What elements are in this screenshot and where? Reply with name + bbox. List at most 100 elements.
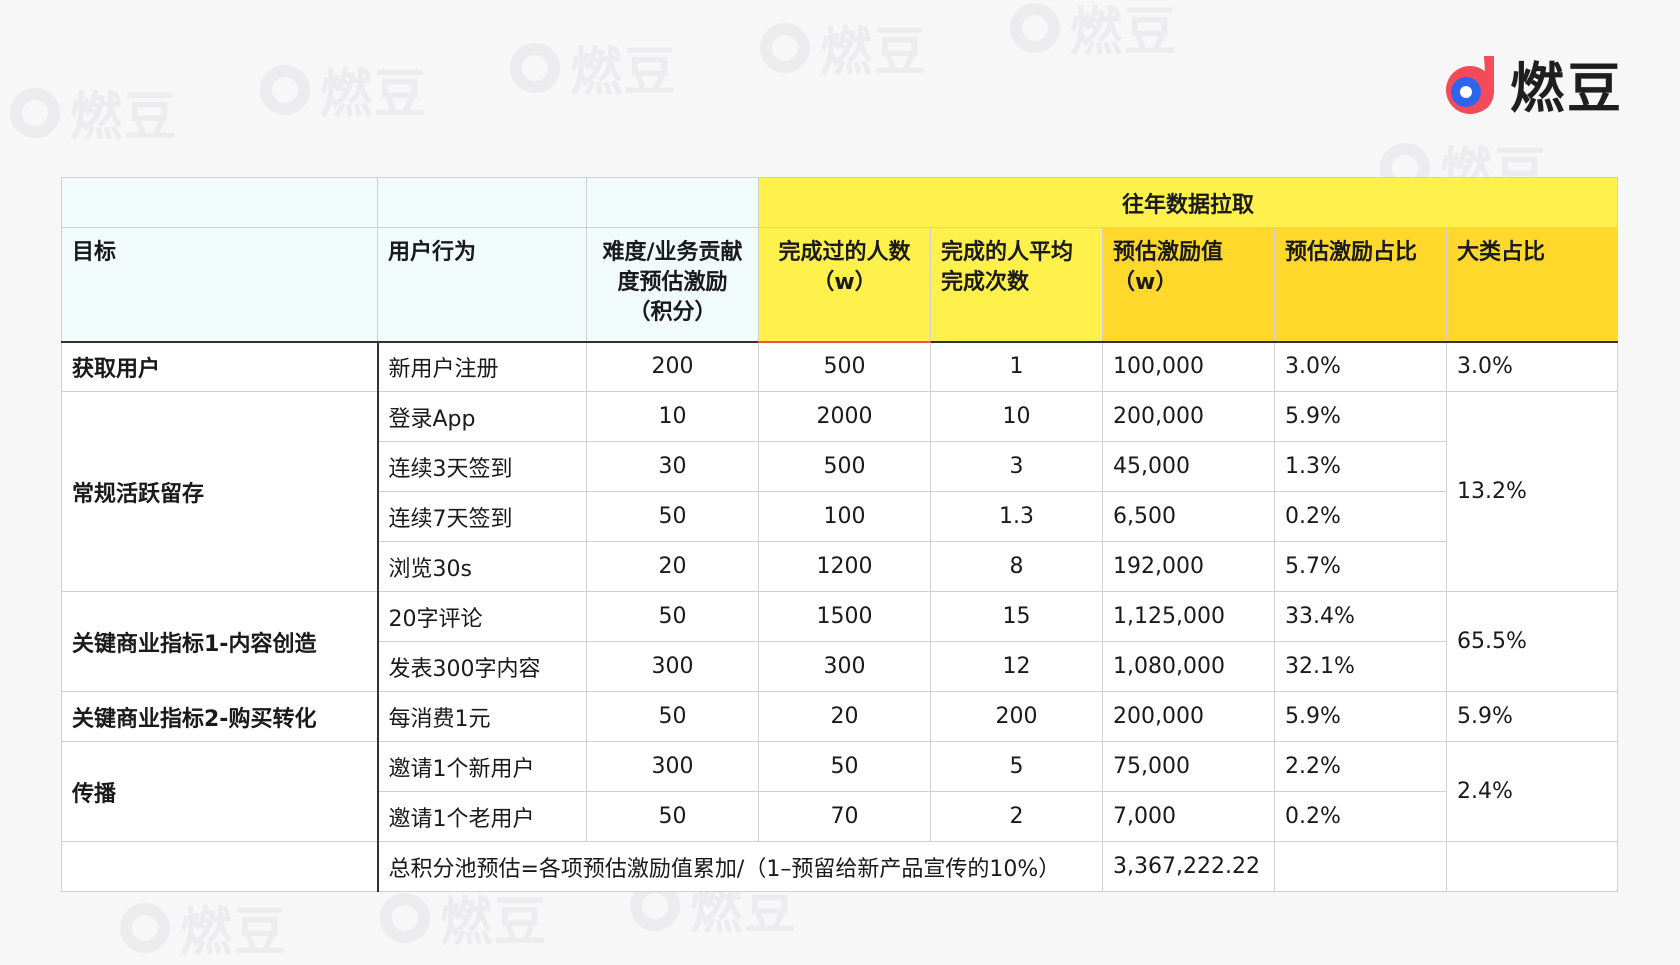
action-cell: 新用户注册 <box>376 340 587 392</box>
ratio-cell: 0.2% <box>1274 491 1447 542</box>
table-row: 获取用户 新用户注册 200 500 1 100,000 3.0% 3.0% <box>61 340 1619 392</box>
avg-cell: 2 <box>930 791 1103 842</box>
users-cell: 100 <box>758 491 931 542</box>
points-cell: 50 <box>586 491 759 542</box>
ratio-cell: 5.7% <box>1274 541 1447 592</box>
watermark-logo-icon <box>10 87 60 138</box>
table-row: 传播 邀请1个新用户 300 50 5 75,000 2.2% 2.4% <box>61 741 1619 842</box>
watermark-text: 燃豆 <box>320 65 429 125</box>
group-header-row: 往年数据拉取 <box>61 177 1619 228</box>
category-cell: 3.0% <box>1445 340 1619 392</box>
watermark-logo-icon <box>510 42 560 93</box>
points-cell: 50 <box>586 791 759 842</box>
ratio-cell: 33.4% <box>1274 591 1447 642</box>
watermark: 燃豆 <box>760 10 928 85</box>
watermark-text: 燃豆 <box>70 88 179 148</box>
table-row: 常规活跃留存 登录App 10 2000 10 200,000 5.9% 13.… <box>61 391 1619 592</box>
points-cell: 20 <box>586 541 759 592</box>
action-cell: 连续3天签到 <box>376 441 587 492</box>
value-cell: 1,125,000 <box>1102 591 1275 642</box>
value-cell: 75,000 <box>1102 741 1275 792</box>
value-cell: 192,000 <box>1102 541 1275 592</box>
watermark: 燃豆 <box>1010 0 1178 65</box>
points-cell: 30 <box>586 441 759 492</box>
category-cell: 65.5% <box>1445 591 1619 692</box>
column-header-row: 目标 用户行为 难度/业务贡献度预估激励（积分） 完成过的人数（w） 完成的人平… <box>61 227 1619 343</box>
value-cell: 7,000 <box>1102 791 1275 842</box>
points-cell: 300 <box>586 741 759 792</box>
action-cell: 每消费1元 <box>376 691 587 742</box>
value-cell: 6,500 <box>1102 491 1275 542</box>
goal-cell: 关键商业指标1-内容创造 <box>61 591 378 692</box>
ratio-cell: 0.2% <box>1274 791 1447 842</box>
total-label: 总积分池预估=各项预估激励值累加/（1–预留给新产品宣传的10%） <box>376 841 1103 892</box>
users-cell: 500 <box>758 340 931 392</box>
users-cell: 20 <box>758 691 931 742</box>
users-cell: 300 <box>758 641 931 692</box>
total-blank <box>1274 841 1447 892</box>
action-cell: 登录App <box>376 391 587 442</box>
avg-cell: 5 <box>930 741 1103 792</box>
avg-cell: 3 <box>930 441 1103 492</box>
logo-icon <box>1446 55 1494 114</box>
col-header-action: 用户行为 <box>377 227 587 342</box>
brand-name: 燃豆 <box>1510 57 1624 120</box>
total-blank <box>1445 841 1619 892</box>
table-row: 关键商业指标2-购买转化 每消费1元 50 20 200 200,000 5.9… <box>61 691 1619 742</box>
goal-cell: 常规活跃留存 <box>61 391 378 592</box>
avg-cell: 200 <box>930 691 1103 742</box>
avg-cell: 1.3 <box>930 491 1103 542</box>
users-cell: 50 <box>758 741 931 792</box>
watermark-logo-icon <box>760 22 810 73</box>
total-row: 总积分池预估=各项预估激励值累加/（1–预留给新产品宣传的10%） 3,367,… <box>61 841 1619 892</box>
action-cell: 邀请1个老用户 <box>376 791 587 842</box>
total-value: 3,367,222.22 <box>1102 841 1275 892</box>
ratio-cell: 3.0% <box>1274 340 1447 392</box>
points-cell: 300 <box>586 641 759 692</box>
watermark-text: 燃豆 <box>570 43 679 103</box>
avg-cell: 10 <box>930 391 1103 442</box>
points-cell: 50 <box>586 591 759 642</box>
users-cell: 1500 <box>758 591 931 642</box>
category-cell: 2.4% <box>1445 741 1619 842</box>
col-header-category: 大类占比 <box>1445 227 1619 342</box>
action-cell: 浏览30s <box>376 541 587 592</box>
group-header: 往年数据拉取 <box>757 177 1619 228</box>
avg-cell: 1 <box>930 340 1103 392</box>
col-header-avg: 完成的人平均完成次数 <box>930 227 1103 342</box>
category-cell: 5.9% <box>1445 691 1619 742</box>
points-cell: 10 <box>586 391 759 442</box>
watermark-text: 燃豆 <box>1070 3 1179 63</box>
value-cell: 1,080,000 <box>1102 641 1275 692</box>
users-cell: 2000 <box>758 391 931 442</box>
avg-cell: 15 <box>930 591 1103 642</box>
header-blank <box>61 177 378 228</box>
col-header-users: 完成过的人数（w） <box>758 227 931 343</box>
watermark: 燃豆 <box>10 75 178 150</box>
col-header-goal: 目标 <box>61 227 378 342</box>
table-row: 关键商业指标1-内容创造 20字评论 50 1500 15 1,125,000 … <box>61 591 1619 692</box>
value-cell: 45,000 <box>1102 441 1275 492</box>
action-cell: 发表300字内容 <box>376 641 587 692</box>
value-cell: 100,000 <box>1102 340 1275 392</box>
watermark-logo-icon <box>260 64 310 115</box>
action-cell: 20字评论 <box>376 591 587 642</box>
ratio-cell: 32.1% <box>1274 641 1447 692</box>
action-cell: 连续7天签到 <box>376 491 587 542</box>
ratio-cell: 1.3% <box>1274 441 1447 492</box>
brand-logo: 燃豆 <box>1440 44 1624 123</box>
watermark: 燃豆 <box>510 30 678 105</box>
col-header-value: 预估激励值（w） <box>1102 227 1275 342</box>
goal-cell: 传播 <box>61 741 378 842</box>
ratio-cell: 5.9% <box>1274 691 1447 742</box>
watermark-text: 燃豆 <box>180 903 289 963</box>
col-header-ratio: 预估激励占比 <box>1274 227 1447 342</box>
value-cell: 200,000 <box>1102 391 1275 442</box>
goal-cell: 关键商业指标2-购买转化 <box>61 691 378 742</box>
watermark-text: 燃豆 <box>820 23 929 83</box>
watermark-logo-icon <box>120 902 170 953</box>
users-cell: 70 <box>758 791 931 842</box>
points-cell: 200 <box>586 340 759 392</box>
total-blank <box>61 841 378 892</box>
avg-cell: 8 <box>930 541 1103 592</box>
